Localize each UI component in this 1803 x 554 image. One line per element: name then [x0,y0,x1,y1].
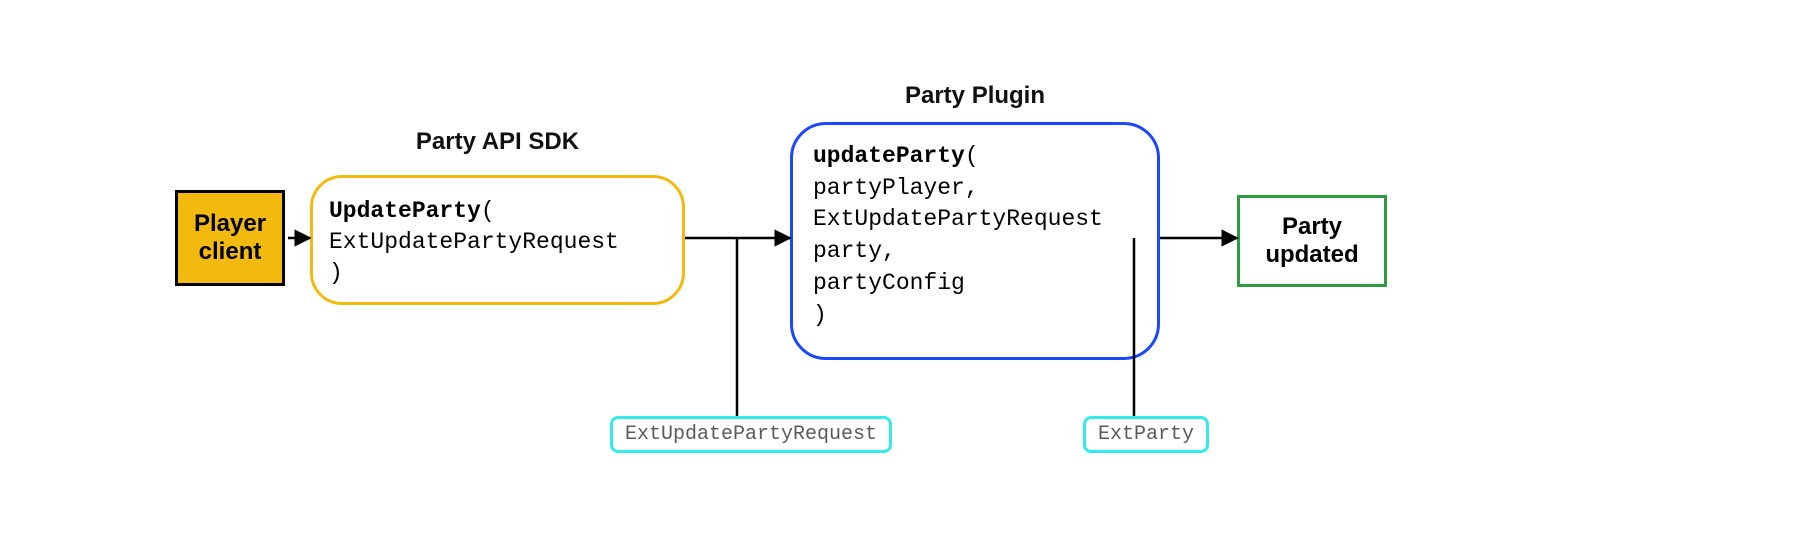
node-api-sdk: UpdateParty( ExtUpdatePartyRequest ) [310,175,685,305]
text-updated: updated [1265,241,1358,268]
arg-party: party, [813,238,896,264]
paren-close-plugin: ) [813,302,827,328]
pill-ext-update-party-request: ExtUpdatePartyRequest [610,416,892,453]
arg-extupdatepartyrequest-plugin: ExtUpdatePartyRequest [813,206,1103,232]
node-party-updated: Party updated [1237,195,1387,287]
arg-partyconfig: partyConfig [813,270,965,296]
arg-partyplayer: partyPlayer, [813,175,979,201]
title-plugin: Party Plugin [790,82,1160,110]
paren-open-plugin: ( [965,143,979,169]
text-client: client [199,238,262,265]
func-updateparty-plugin: updateParty [813,143,965,169]
pill-ext-party: ExtParty [1083,416,1209,453]
paren-open-sdk: ( [481,198,495,224]
text-party: Party [1282,213,1342,240]
arg-extupdatepartyrequest-sdk: ExtUpdatePartyRequest [329,229,619,255]
paren-close-sdk: ) [329,260,343,286]
title-api-sdk: Party API SDK [310,128,685,156]
func-updateparty-sdk: UpdateParty [329,198,481,224]
text-player: Player [194,210,266,237]
node-party-plugin: updateParty( partyPlayer, ExtUpdateParty… [790,122,1160,360]
node-player-client: Player client [175,190,285,286]
